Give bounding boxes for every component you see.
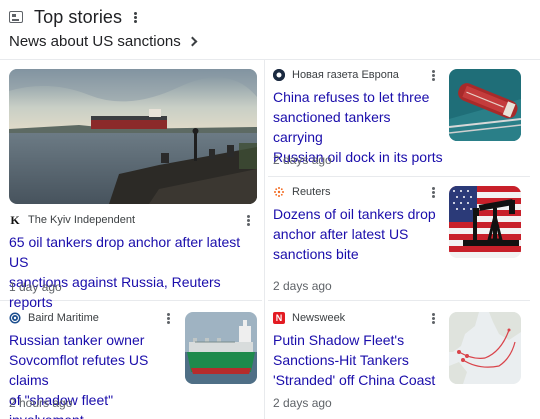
- divider: [0, 59, 540, 60]
- source-name: The Kyiv Independent: [28, 214, 136, 226]
- story-source: Baird Maritime: [9, 311, 99, 325]
- chevron-right-icon: [187, 36, 198, 47]
- novaya-gazeta-logo: [273, 69, 285, 81]
- story-source: Reuters: [273, 185, 331, 199]
- reuters-logo: [273, 186, 285, 198]
- story-time: 2 days ago: [273, 279, 332, 293]
- top-stories-header: Top stories: [9, 6, 138, 28]
- headline-line: Putin Shadow Fleet's: [273, 332, 405, 348]
- tanker-sea-image: [9, 69, 257, 204]
- story-time: 2 days ago: [273, 396, 332, 410]
- headline-line: 65 oil tankers drop anchor after latest …: [9, 234, 241, 270]
- headline-line: 'Stranded' off China Coast: [273, 372, 436, 388]
- story-thumbnail[interactable]: [449, 186, 521, 258]
- kyiv-independent-logo: K: [10, 212, 20, 227]
- section-title: Top stories: [34, 6, 123, 27]
- route-map-image: [449, 312, 521, 384]
- tanker-aerial-image: [449, 69, 521, 141]
- story-time: 2 hours ago: [9, 396, 73, 410]
- oil-pump-flag-image: [449, 186, 521, 258]
- story-time: 2 days ago: [273, 153, 332, 167]
- source-name: Новая газета Европа: [292, 69, 399, 81]
- news-about-link[interactable]: News about US sanctions: [9, 31, 198, 51]
- source-name: Newsweek: [292, 312, 346, 324]
- headline-line: China refuses to let three: [273, 89, 430, 105]
- story-source: Новая газета Европа: [273, 68, 399, 82]
- story-thumbnail[interactable]: [449, 312, 521, 384]
- divider: [268, 176, 530, 177]
- headline-line: sanctioned tankers carrying: [273, 109, 391, 145]
- green-tanker-image: [185, 312, 257, 384]
- news-about-label: News about US sanctions: [9, 32, 181, 50]
- source-name: Baird Maritime: [28, 312, 99, 324]
- story-headline[interactable]: Putin Shadow Fleet's Sanctions-Hit Tanke…: [273, 330, 443, 390]
- story-thumbnail[interactable]: [449, 69, 521, 141]
- more-options-icon[interactable]: [167, 313, 170, 324]
- story-headline[interactable]: 65 oil tankers drop anchor after latest …: [9, 232, 259, 312]
- story-thumbnail[interactable]: [9, 69, 257, 204]
- story-thumbnail[interactable]: [185, 312, 257, 384]
- headline-line: anchor after latest US: [273, 226, 409, 242]
- story-source: K The Kyiv Independent: [9, 213, 135, 227]
- divider: [264, 60, 265, 419]
- more-options-icon[interactable]: [432, 313, 435, 324]
- headline-line: sanctions bite: [273, 246, 359, 262]
- more-options-icon[interactable]: [134, 11, 138, 23]
- newsweek-logo: N: [273, 312, 285, 324]
- newspaper-icon: [9, 11, 23, 23]
- more-options-icon[interactable]: [432, 187, 435, 198]
- headline-line: Dozens of oil tankers drop: [273, 206, 436, 222]
- source-name: Reuters: [292, 186, 331, 198]
- story-time: 1 day ago: [9, 280, 62, 294]
- headline-line: Sovcomflot refutes US claims: [9, 352, 149, 388]
- more-options-icon[interactable]: [247, 215, 250, 226]
- divider: [268, 300, 530, 301]
- more-options-icon[interactable]: [432, 70, 435, 81]
- story-headline[interactable]: Dozens of oil tankers drop anchor after …: [273, 204, 443, 264]
- story-source: N Newsweek: [273, 311, 345, 325]
- headline-line: Sanctions-Hit Tankers: [273, 352, 409, 368]
- headline-line: Russian tanker owner: [9, 332, 145, 348]
- baird-maritime-logo: [9, 312, 21, 324]
